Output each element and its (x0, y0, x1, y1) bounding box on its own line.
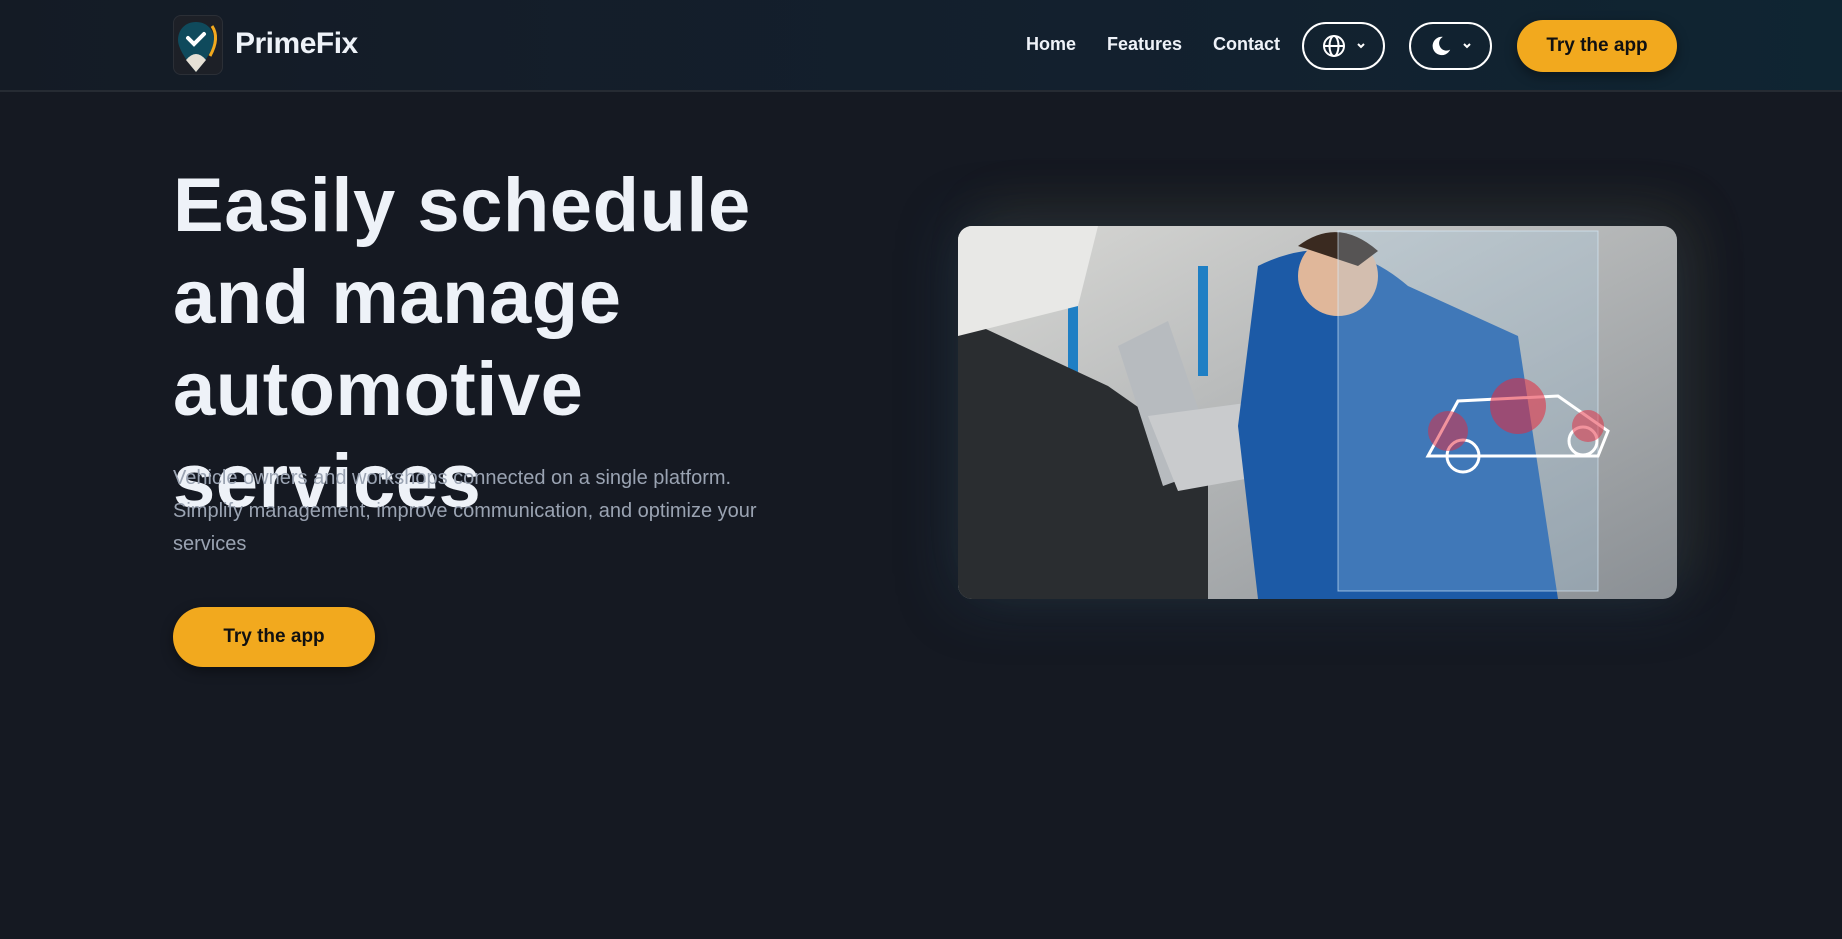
brand-name[interactable]: PrimeFix (235, 27, 358, 61)
nav-contact[interactable]: Contact (1213, 34, 1280, 55)
header-try-app-button[interactable]: Try the app (1517, 20, 1677, 72)
moon-icon (1432, 36, 1450, 56)
hero-subtitle: Vehicle owners and workshops connected o… (173, 467, 757, 555)
chevron-down-icon (1356, 43, 1365, 49)
logo-pin-icon (178, 22, 217, 72)
hero-try-app-button[interactable]: Try the app (173, 607, 375, 667)
hero-image-mechanic-with-laptop (958, 226, 1677, 599)
nav-features[interactable]: Features (1107, 34, 1182, 55)
globe-icon (1322, 35, 1345, 57)
language-selector[interactable] (1302, 22, 1385, 70)
chevron-down-icon (1462, 43, 1471, 49)
nav-home[interactable]: Home (1026, 34, 1076, 55)
header: PrimeFix Home Features Contact Try the a… (0, 0, 1842, 92)
theme-selector[interactable] (1409, 22, 1492, 70)
logo[interactable] (173, 15, 223, 75)
